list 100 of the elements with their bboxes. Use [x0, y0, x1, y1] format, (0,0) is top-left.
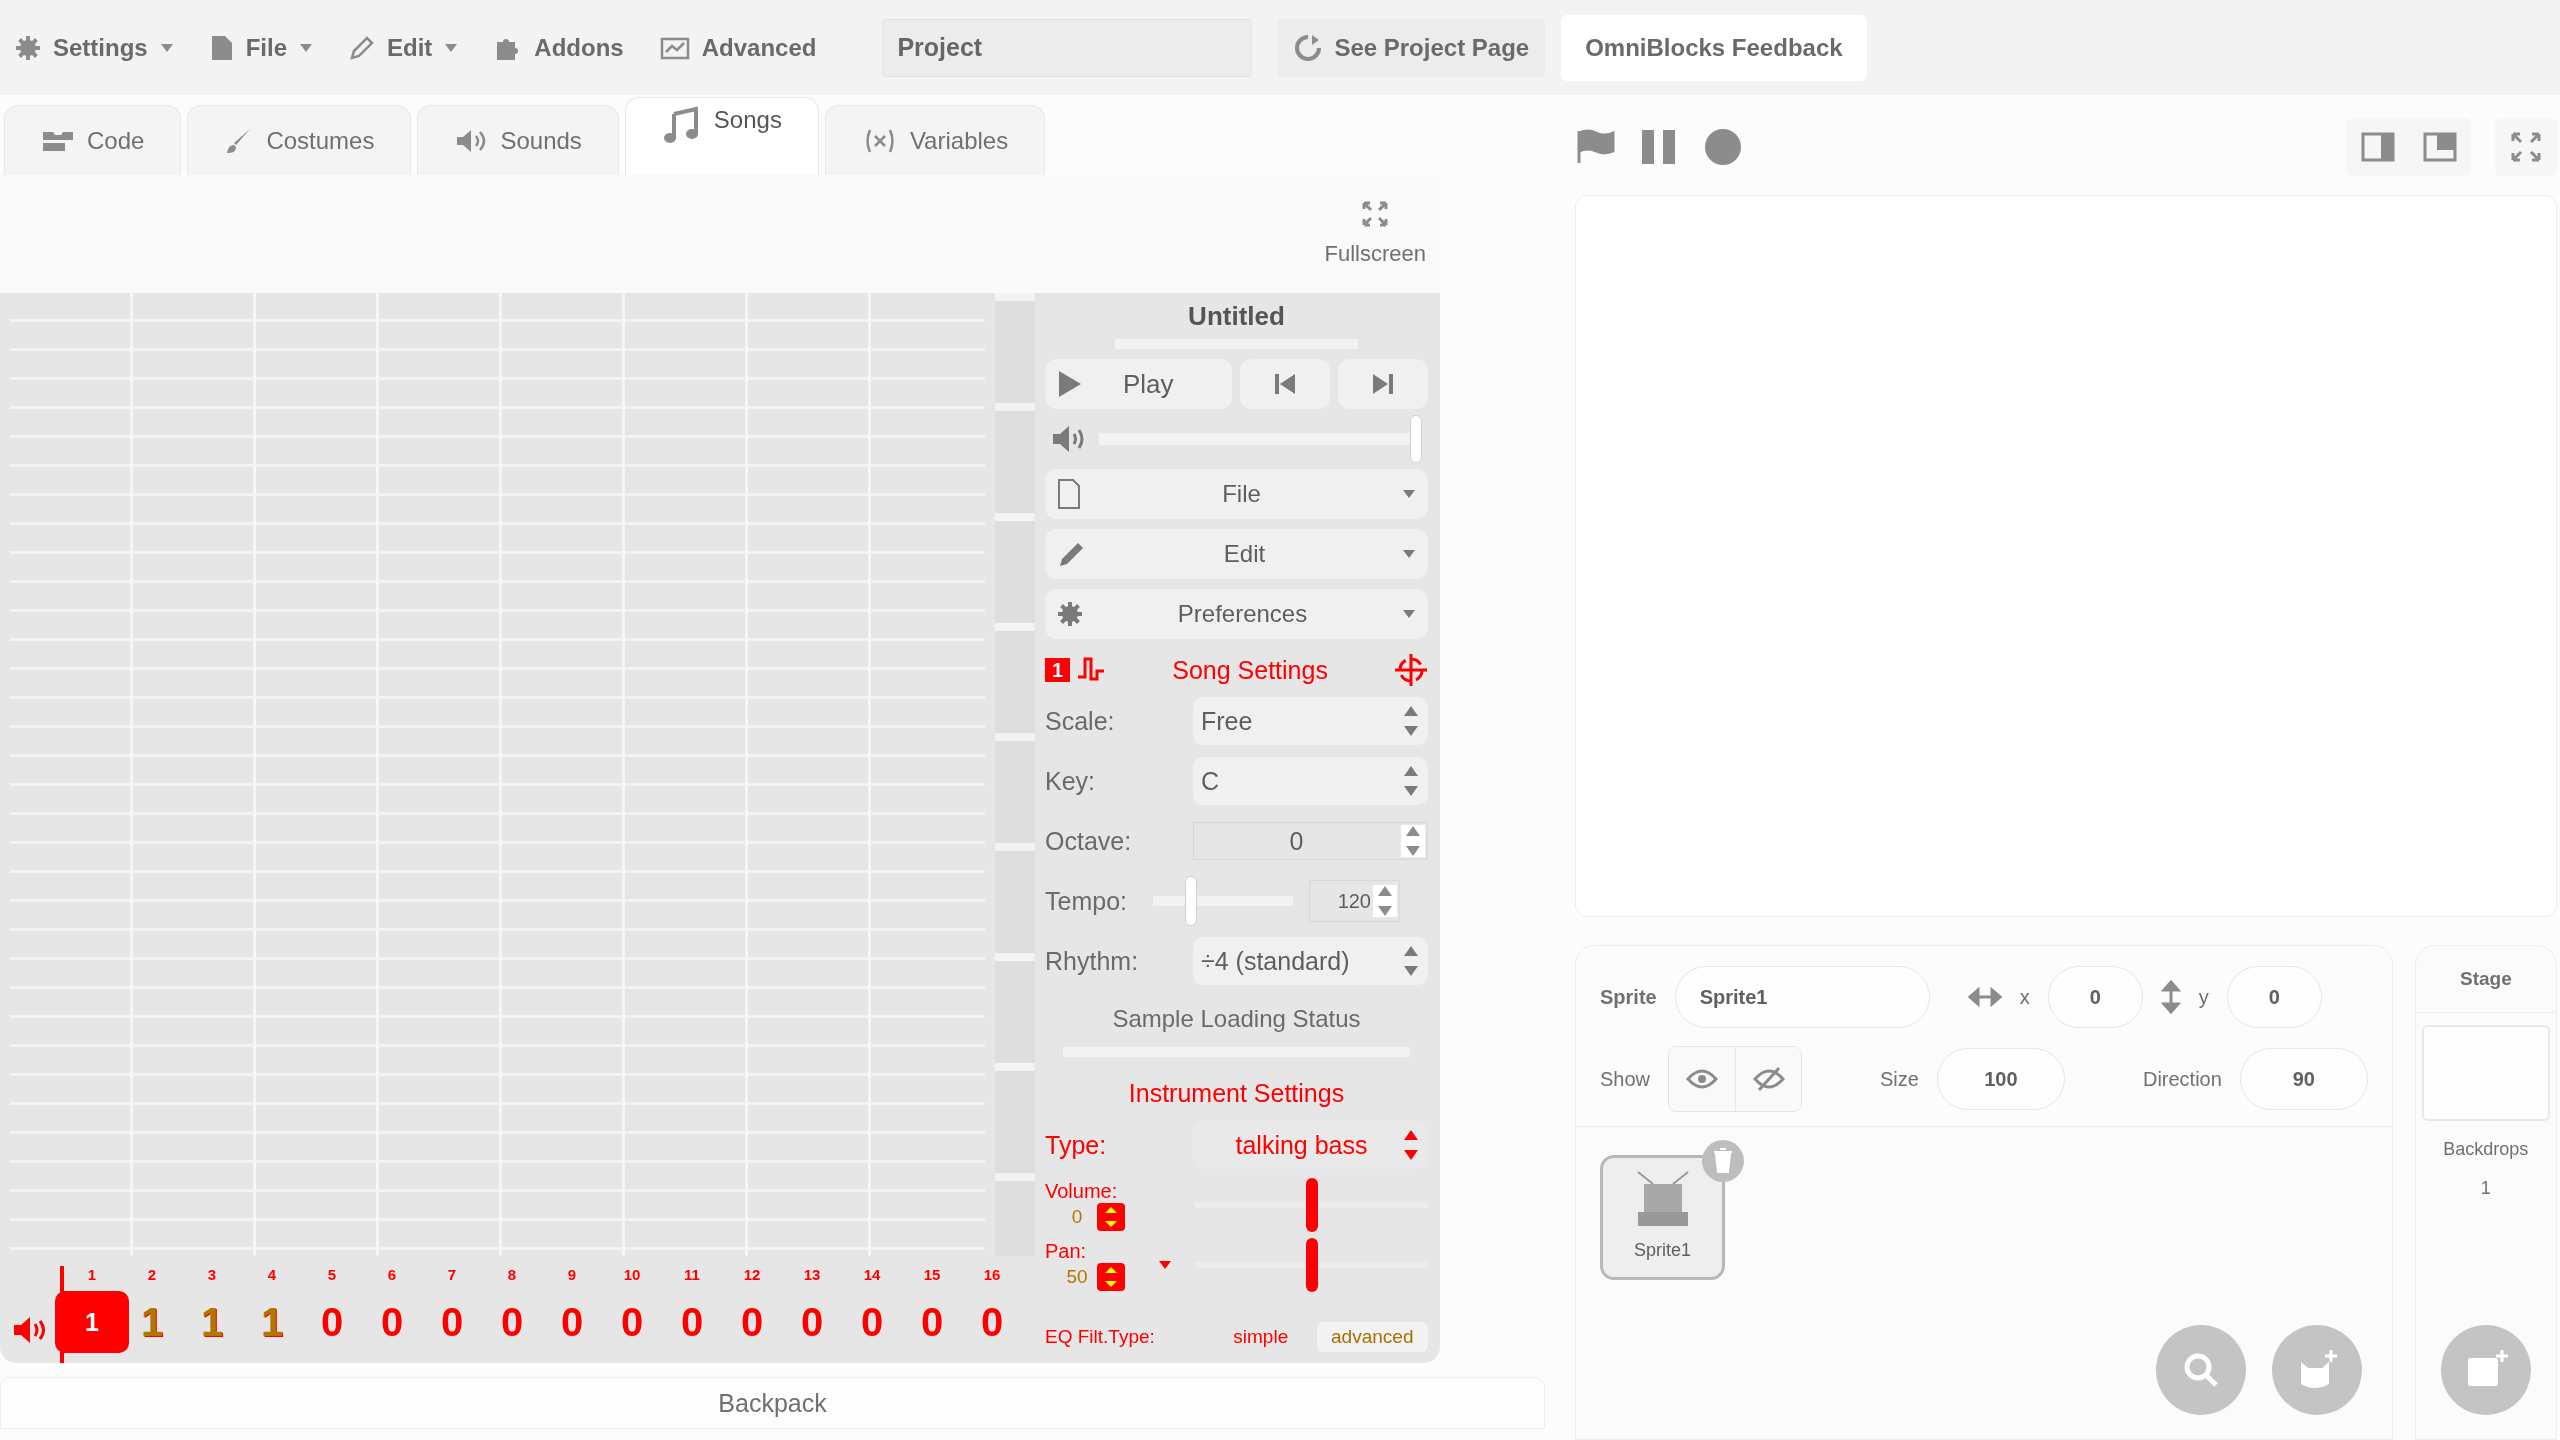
stepper-arrows-icon	[1402, 704, 1420, 738]
menu-item[interactable]: File	[209, 33, 314, 62]
field-label: Volume:	[1045, 1179, 1119, 1203]
step-number: 12	[743, 1266, 761, 1283]
step-number: 5	[327, 1266, 337, 1283]
tab[interactable]: Code	[4, 105, 182, 175]
hide-button[interactable]	[1735, 1047, 1802, 1111]
size-field[interactable]: 100	[1936, 1048, 2065, 1110]
field-label: Rhythm:	[1045, 946, 1140, 976]
y-field[interactable]: 0	[2226, 966, 2322, 1028]
see-project-page-link[interactable]: See Project Page	[1278, 18, 1546, 77]
arrows-icon	[1404, 824, 1422, 858]
slider-thumb[interactable]	[1305, 1178, 1318, 1232]
settings-icon	[1057, 601, 1083, 627]
next-button[interactable]	[1338, 359, 1428, 409]
spin-button[interactable]	[1373, 885, 1397, 917]
sprite-tile[interactable]: Sprite1	[1600, 1155, 1725, 1280]
select-field[interactable]: Free	[1193, 697, 1428, 745]
field-label: Size	[1880, 1067, 1919, 1091]
menu-dropdown[interactable]: Preferences	[1045, 589, 1428, 639]
eye-slash-icon	[1752, 1066, 1785, 1092]
stop-icon	[1703, 127, 1743, 167]
select-field[interactable]: C	[1193, 757, 1428, 805]
channel-badge: 1	[1045, 658, 1071, 682]
fullscreen-button[interactable]	[2494, 118, 2557, 176]
option-button[interactable]: simple	[1205, 1322, 1317, 1352]
step-value[interactable]: 1	[243, 1291, 301, 1353]
pattern-scrollbar[interactable]	[995, 293, 1035, 1256]
step-value[interactable]: 0	[483, 1291, 541, 1353]
step-number: 7	[447, 1266, 457, 1283]
tab[interactable]: Songs	[624, 97, 819, 175]
menu-item[interactable]: Edit	[349, 33, 459, 62]
speaker-icon	[12, 1314, 46, 1345]
x-field[interactable]: 0	[2047, 966, 2143, 1028]
slider-thumb[interactable]	[1305, 1238, 1318, 1292]
spin-button[interactable]	[1401, 825, 1425, 857]
backdrops-label: Backdrops	[2443, 1139, 2529, 1160]
step-number: 3	[207, 1266, 217, 1283]
flag-button[interactable]	[1575, 129, 1615, 165]
step-number: 2	[147, 1266, 157, 1283]
section-title: Instrument Settings	[1127, 1078, 1346, 1109]
loading-status-label: Sample Loading Status	[1111, 1005, 1362, 1033]
tab[interactable]: Costumes	[187, 105, 412, 175]
play-button[interactable]: Play	[1045, 359, 1232, 409]
step-number: 15	[923, 1266, 941, 1283]
menu-dropdown[interactable]: Edit	[1045, 529, 1428, 579]
field-label: Octave:	[1045, 826, 1133, 856]
step-value[interactable]: 0	[303, 1291, 361, 1353]
tab[interactable]: Variables	[824, 105, 1046, 175]
skip-forward-icon	[1372, 372, 1394, 396]
menu-dropdown[interactable]: File	[1045, 469, 1428, 519]
step-value[interactable]: 0	[603, 1291, 661, 1353]
number-field[interactable]: 120	[1309, 880, 1400, 922]
step-value[interactable]: 0	[543, 1291, 601, 1353]
step-value[interactable]: 0	[663, 1291, 721, 1353]
select-field[interactable]: ÷4 (standard)	[1193, 937, 1428, 985]
menu-item[interactable]: Settings	[15, 33, 174, 62]
value-field[interactable]: 50	[1065, 1265, 1089, 1288]
step-value[interactable]: 0	[423, 1291, 481, 1353]
step-number: 6	[387, 1266, 397, 1283]
spin-button[interactable]	[1097, 1202, 1125, 1231]
spin-button[interactable]	[1097, 1262, 1125, 1291]
sprite-name-field[interactable]: Sprite1	[1674, 966, 1930, 1028]
arrows-icon	[1103, 1264, 1119, 1289]
stepper-arrows-icon	[1402, 764, 1420, 798]
skip-back-icon	[1274, 372, 1296, 396]
field-label: Sprite	[1600, 985, 1657, 1009]
step-number: 13	[803, 1266, 821, 1283]
step-value[interactable]: 1	[183, 1291, 241, 1353]
option-button[interactable]: advanced	[1316, 1322, 1428, 1352]
tab[interactable]: Sounds	[417, 105, 619, 175]
feedback-button[interactable]: OmniBlocks Feedback	[1561, 14, 1867, 81]
previous-button[interactable]	[1240, 359, 1330, 409]
backpack-bar[interactable]: Backpack	[0, 1377, 1545, 1429]
step-value[interactable]: 0	[843, 1291, 901, 1353]
slider-thumb[interactable]	[1185, 876, 1197, 926]
step-number: 4	[267, 1266, 277, 1283]
step-value[interactable]: 0	[363, 1291, 421, 1353]
field-label: EQ Filt.Type:	[1045, 1326, 1156, 1348]
step-value[interactable]: 0	[903, 1291, 961, 1353]
direction-field[interactable]: 90	[2239, 1048, 2368, 1110]
menu-item[interactable]: Addons	[494, 33, 624, 62]
step-value[interactable]: 0	[963, 1291, 1021, 1353]
number-field[interactable]: 0	[1193, 822, 1428, 860]
slider-thumb[interactable]	[1410, 415, 1422, 463]
sprite-name: Sprite1	[1633, 1240, 1691, 1261]
dropdown-caret-icon	[1158, 1260, 1172, 1270]
stop-button[interactable]	[1703, 127, 1743, 167]
project-title-field[interactable]: Project	[882, 18, 1253, 77]
fullscreen-button[interactable]: Fullscreen	[1324, 201, 1426, 267]
step-value[interactable]: 0	[723, 1291, 781, 1353]
expand-icon	[2510, 132, 2541, 162]
menu-item[interactable]: Advanced	[659, 33, 817, 62]
field-label: Scale:	[1045, 706, 1116, 736]
value-field[interactable]: 0	[1065, 1205, 1089, 1228]
step-number: 11	[684, 1266, 700, 1283]
step-number: 14	[863, 1266, 881, 1283]
step-number: 16	[983, 1266, 1001, 1283]
step-value[interactable]: 0	[783, 1291, 841, 1353]
step-value[interactable]: 1	[55, 1291, 129, 1353]
